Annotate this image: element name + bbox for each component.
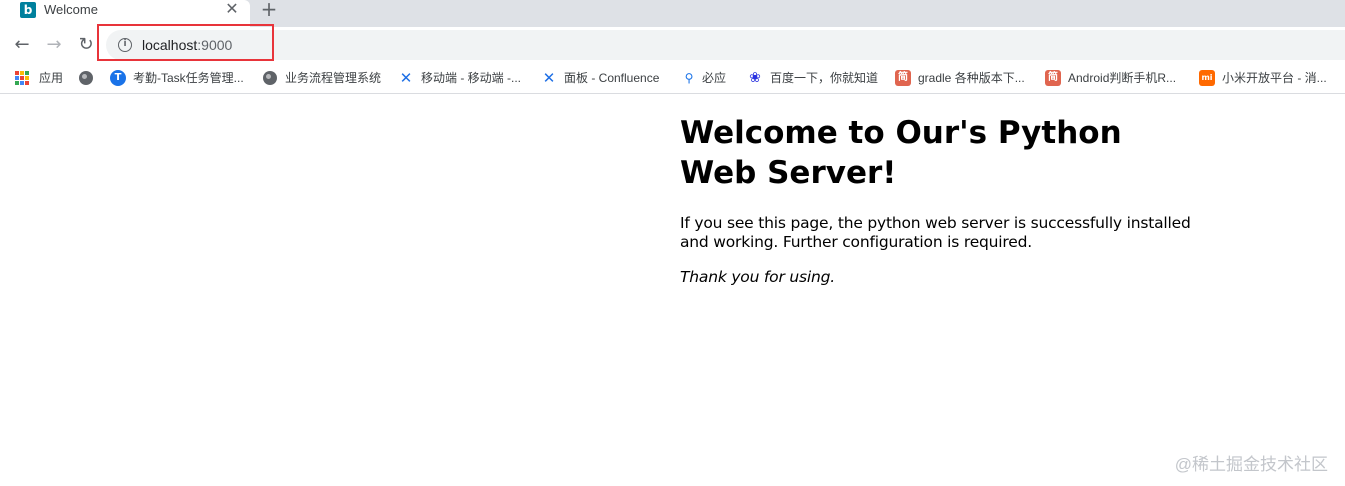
url-highlight-box <box>97 24 274 61</box>
task-icon: T <box>110 70 126 86</box>
thanks-text: Thank you for using. <box>680 268 835 286</box>
bookmark-label: 面板 - Confluence <box>564 71 660 85</box>
bookmark-confluence[interactable]: ✕ 面板 - Confluence <box>541 69 660 87</box>
bookmark-mobile[interactable]: ✕ 移动端 - 移动端 -... <box>398 69 521 87</box>
bookmark-label: 应用 <box>39 71 64 85</box>
bookmark-workflow[interactable]: 业务流程管理系统 <box>263 69 381 87</box>
forward-arrow-icon[interactable]: → <box>42 34 66 56</box>
mi-icon: mi <box>1199 70 1215 86</box>
bookmark-task[interactable]: T 考勤-Task任务管理... <box>110 69 244 87</box>
page-heading: Welcome to Our's Python Web Server! <box>680 115 1122 191</box>
tab-welcome[interactable]: b Welcome ✕ <box>0 0 250 27</box>
new-tab-icon[interactable]: + <box>259 0 279 19</box>
confluence-icon: ✕ <box>542 69 556 87</box>
jianshu-icon: 简 <box>1045 70 1061 86</box>
bookmark-android[interactable]: 简 Android判断手机R... <box>1045 69 1176 87</box>
bookmarks-bar: 应用 T 考勤-Task任务管理... 业务流程管理系统 ✕ 移动端 - 移动端… <box>0 63 1345 94</box>
apps-grid-icon <box>15 71 29 85</box>
page-content: Welcome to Our's Python Web Server! If y… <box>680 113 1200 303</box>
bookmark-label: 考勤-Task任务管理... <box>133 71 244 85</box>
bookmark-label: 移动端 - 移动端 -... <box>421 71 521 85</box>
baidu-paw-icon: ❀ <box>749 70 761 86</box>
bookmark-globe[interactable] <box>79 69 101 87</box>
bookmark-label: 必应 <box>702 71 727 85</box>
bing-favicon-icon: b <box>20 2 36 18</box>
globe-icon <box>263 71 277 85</box>
search-icon: ⚲ <box>684 71 694 85</box>
tab-close-icon[interactable]: ✕ <box>224 0 240 18</box>
bookmark-baidu[interactable]: ❀ 百度一下，你就知道 <box>747 69 878 87</box>
jianshu-icon: 简 <box>895 70 911 86</box>
bookmark-label: 业务流程管理系统 <box>285 71 382 85</box>
bookmark-xiaomi[interactable]: mi 小米开放平台 - 消... <box>1199 69 1327 87</box>
address-bar[interactable]: i localhost:9000 <box>106 30 1345 60</box>
confluence-icon: ✕ <box>399 69 413 87</box>
bookmark-label: gradle 各种版本下... <box>918 71 1025 85</box>
back-arrow-icon[interactable]: ← <box>10 34 34 56</box>
reload-icon[interactable]: ↻ <box>74 34 98 56</box>
bookmark-bing[interactable]: ⚲ 必应 <box>683 69 726 87</box>
tab-title: Welcome <box>44 2 98 17</box>
bookmark-label: Android判断手机R... <box>1068 71 1177 85</box>
bookmark-gradle[interactable]: 简 gradle 各种版本下... <box>895 69 1025 87</box>
bookmark-apps[interactable]: 应用 <box>15 69 63 87</box>
page-paragraph: If you see this page, the python web ser… <box>680 214 1191 251</box>
watermark-text: @稀土掘金技术社区 <box>1174 455 1328 474</box>
bookmark-label: 小米开放平台 - 消... <box>1222 71 1327 85</box>
tab-strip: b Welcome ✕ + <box>0 0 1345 27</box>
bookmark-label: 百度一下，你就知道 <box>770 71 879 85</box>
globe-icon <box>79 71 93 85</box>
